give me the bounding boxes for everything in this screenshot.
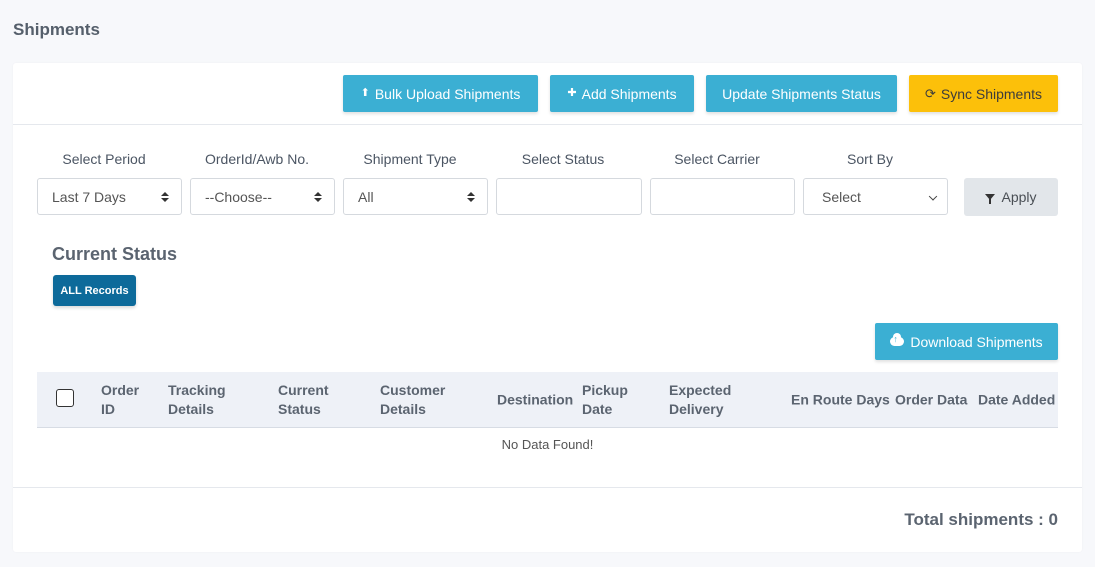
- type-select[interactable]: All: [343, 178, 488, 215]
- page-title: Shipments: [13, 20, 100, 39]
- current-status-title: Current Status: [52, 244, 178, 264]
- sort-select[interactable]: Select: [803, 178, 948, 215]
- apply-label: Apply: [1001, 189, 1037, 205]
- all-records-button[interactable]: ALL Records: [53, 275, 136, 306]
- filter-icon: [985, 194, 996, 204]
- footer-divider: [13, 487, 1082, 488]
- col-date-added[interactable]: Date Added: [978, 390, 1055, 409]
- status-label: Select Status: [521, 151, 605, 167]
- col-customer-details[interactable]: Customer Details: [380, 381, 445, 419]
- type-value: All: [358, 188, 374, 205]
- period-label: Select Period: [62, 151, 146, 167]
- period-select[interactable]: Last 7 Days: [37, 178, 182, 215]
- col-expected-delivery[interactable]: Expected Delivery: [669, 381, 731, 419]
- sync-shipments-label: Sync Shipments: [940, 85, 1043, 102]
- cloud-download-icon: [890, 333, 905, 346]
- sort-label: Sort By: [847, 151, 893, 167]
- update-status-button[interactable]: Update Shipments Status: [706, 75, 897, 112]
- total-shipments: Total shipments : 0: [904, 510, 1058, 529]
- sync-shipments-button[interactable]: ⟳ Sync Shipments: [909, 75, 1058, 112]
- shipments-card: ⬆ Bulk Upload Shipments ✚ Add Shipments …: [13, 63, 1082, 552]
- download-label: Download Shipments: [910, 333, 1043, 350]
- toolbar: ⬆ Bulk Upload Shipments ✚ Add Shipments …: [13, 63, 1082, 125]
- plus-icon: ✚: [567, 87, 577, 99]
- order-select[interactable]: --Choose--: [190, 178, 335, 215]
- order-value: --Choose--: [205, 188, 272, 205]
- chevron-down-icon: [928, 191, 938, 201]
- col-pickup-date[interactable]: Pickup Date: [582, 381, 628, 419]
- col-en-route-days[interactable]: En Route Days: [791, 390, 890, 409]
- period-value: Last 7 Days: [52, 188, 126, 205]
- empty-table-message: No Data Found!: [501, 437, 594, 452]
- carrier-label: Select Carrier: [674, 151, 760, 167]
- table-header: Order ID Tracking Details Current Status Cu…: [37, 372, 1058, 428]
- update-status-label: Update Shipments Status: [722, 85, 881, 102]
- sort-arrows-icon: [467, 191, 475, 202]
- sort-value: Select: [822, 188, 861, 205]
- col-order-data[interactable]: Order Data: [895, 390, 967, 409]
- col-current-status[interactable]: Current Status: [278, 381, 329, 419]
- bulk-upload-button[interactable]: ⬆ Bulk Upload Shipments: [343, 75, 538, 112]
- sort-arrows-icon: [161, 191, 169, 202]
- status-input[interactable]: [496, 178, 642, 215]
- col-destination[interactable]: Destination: [497, 390, 573, 409]
- order-label: OrderId/Awb No.: [204, 151, 309, 167]
- upload-icon: ⬆: [360, 87, 370, 99]
- download-shipments-button[interactable]: Download Shipments: [875, 323, 1058, 360]
- sort-arrows-icon: [314, 191, 322, 202]
- select-all-checkbox[interactable]: [56, 389, 74, 407]
- sync-icon: ⟳: [924, 86, 936, 101]
- add-shipments-button[interactable]: ✚ Add Shipments: [550, 75, 694, 112]
- bulk-upload-label: Bulk Upload Shipments: [374, 85, 521, 102]
- carrier-input[interactable]: [650, 178, 795, 215]
- col-order-id[interactable]: Order ID: [101, 381, 139, 419]
- col-tracking-details[interactable]: Tracking Details: [168, 381, 226, 419]
- type-label: Shipment Type: [363, 151, 457, 167]
- apply-button[interactable]: Apply: [964, 178, 1058, 216]
- add-shipments-label: Add Shipments: [581, 85, 677, 102]
